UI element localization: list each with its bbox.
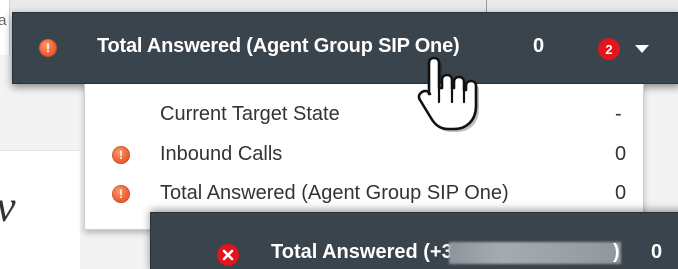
background-divider: [486, 0, 487, 12]
queue-stat-header[interactable]: ! Total Answered (Agent Group SIP One) 0…: [12, 12, 678, 84]
row-label: Current Target State: [160, 103, 340, 125]
row-label: Inbound Calls: [160, 143, 283, 165]
alert-exclamation-icon: !: [112, 185, 130, 203]
pointer-hand-icon: [417, 56, 479, 132]
stat-title: Total Answered (Agent Group SIP One): [97, 35, 460, 57]
row-value: 0: [615, 143, 627, 165]
stat-count: 0: [533, 35, 545, 57]
redacted-number: [449, 242, 621, 264]
stat-details-dropdown: Current Target State - ! Inbound Calls 0…: [84, 84, 644, 230]
dropdown-row: Current Target State -: [85, 100, 645, 130]
background-glyph: ν: [0, 181, 16, 232]
error-x-icon: [217, 244, 239, 266]
screenshot-stage: ta ν ! Total Answered (Agent Group SIP O…: [0, 0, 678, 269]
error-x-glyph: [222, 249, 234, 261]
alert-exclamation-icon: !: [112, 146, 130, 164]
row-value: -: [615, 103, 622, 125]
background-text: ta: [0, 12, 7, 29]
stat-title: Total Answered (+33: [271, 241, 464, 263]
alert-count-badge: 2: [598, 38, 620, 60]
row-label: Total Answered (Agent Group SIP One): [160, 182, 509, 204]
chevron-down-icon[interactable]: [635, 45, 649, 53]
stat-count: 0: [651, 241, 663, 263]
queue-stat-bar-secondary[interactable]: Total Answered (+33 ) 0: [150, 212, 678, 269]
dropdown-row: ! Total Answered (Agent Group SIP One) 0: [85, 179, 645, 209]
alert-exclamation-icon: !: [39, 39, 57, 57]
dropdown-row: ! Inbound Calls 0: [85, 140, 645, 170]
background-cell: ta: [0, 0, 10, 55]
background-page: [0, 0, 678, 12]
row-value: 0: [615, 182, 627, 204]
stat-title-suffix: ): [613, 241, 620, 263]
